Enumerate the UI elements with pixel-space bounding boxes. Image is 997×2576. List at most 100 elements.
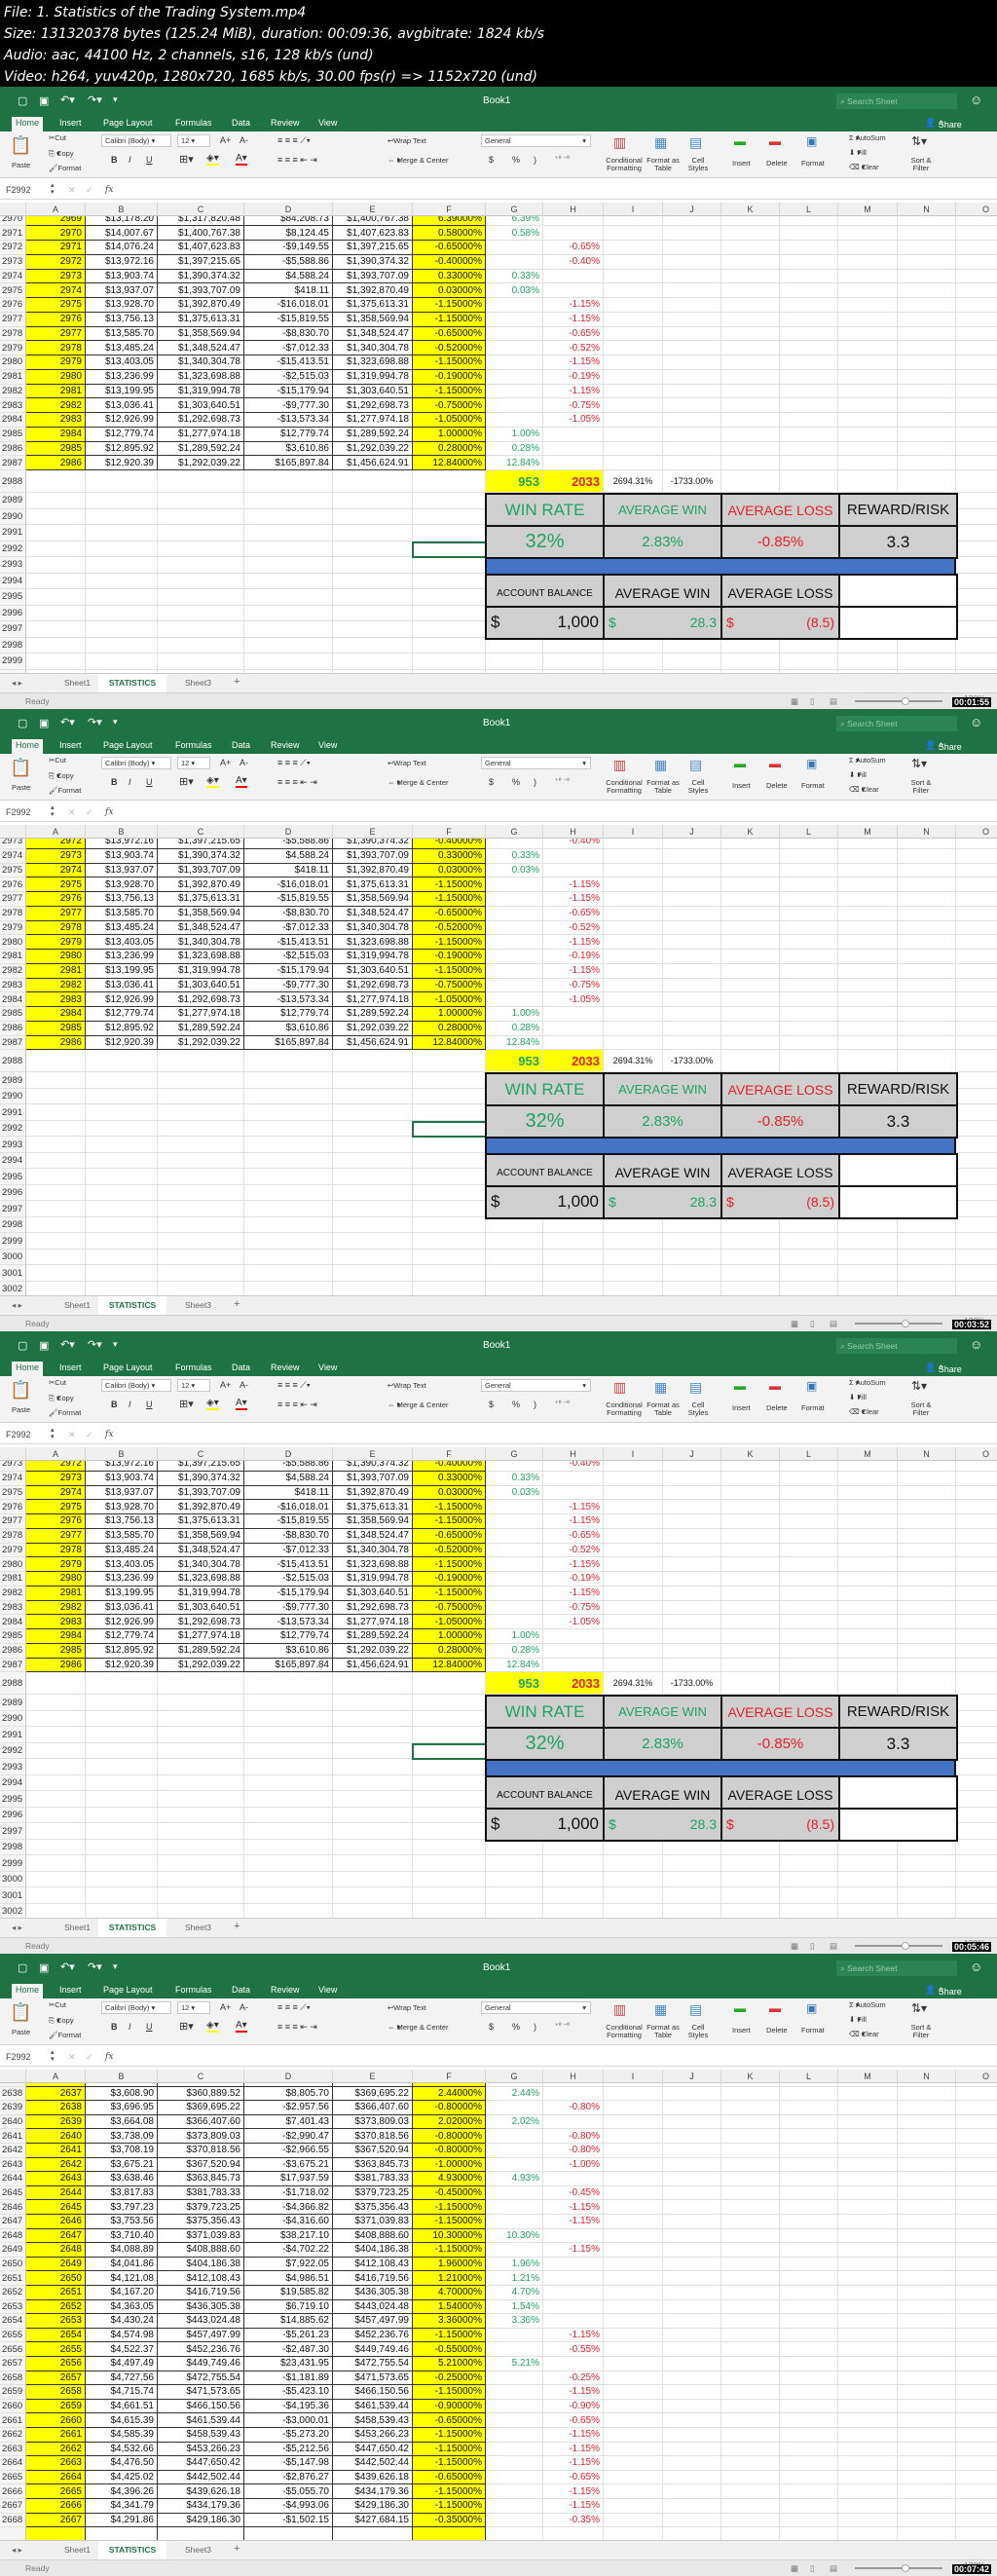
cell[interactable] <box>780 254 838 270</box>
cell[interactable] <box>956 541 997 558</box>
cell-d[interactable]: $418.11 <box>244 283 333 299</box>
sheet-tab-statistics[interactable]: STATISTICS <box>98 1919 166 1937</box>
cell[interactable] <box>663 2342 721 2357</box>
cell[interactable] <box>956 355 997 370</box>
cell-a[interactable]: 2969 <box>26 216 86 227</box>
cell[interactable] <box>898 1839 956 1856</box>
row-header[interactable]: 2998 <box>0 637 26 654</box>
cell-a[interactable]: 2650 <box>26 2271 86 2286</box>
cell-d[interactable]: -$9,777.30 <box>244 1600 333 1616</box>
cell[interactable] <box>838 427 898 442</box>
cell-h[interactable]: -1.15% <box>543 2243 604 2258</box>
cell[interactable] <box>413 557 486 574</box>
row-header[interactable]: 2650 <box>0 2257 26 2272</box>
cell[interactable] <box>86 1184 158 1202</box>
cell[interactable] <box>780 1586 838 1601</box>
cell-e[interactable]: $1,303,640.51 <box>333 384 413 399</box>
column-header-l[interactable]: L <box>780 203 838 216</box>
cell[interactable] <box>780 2470 838 2485</box>
cell[interactable] <box>956 589 997 606</box>
cell[interactable] <box>956 428 997 442</box>
delete-button[interactable]: Delete <box>766 1403 788 1412</box>
cell-e[interactable]: $1,289,592.24 <box>333 1629 413 1644</box>
clear-button[interactable]: ⌫ Clear ▾ <box>849 2030 879 2038</box>
cell-b[interactable]: $3,797.23 <box>86 2200 158 2215</box>
cell-e[interactable]: $1,292,039.22 <box>333 1643 413 1659</box>
cell-c[interactable]: $370,818.56 <box>158 2144 244 2158</box>
cell[interactable] <box>604 1281 663 1295</box>
cell[interactable] <box>721 2157 780 2173</box>
number-format-select[interactable]: General ▾ <box>481 1379 591 1392</box>
cell[interactable] <box>604 1035 663 1051</box>
cell[interactable] <box>780 2086 838 2102</box>
name-box[interactable]: F2992 <box>6 2052 31 2062</box>
cell[interactable] <box>898 2328 956 2343</box>
cell[interactable] <box>604 254 663 270</box>
cell[interactable] <box>244 1855 333 1872</box>
cell-e[interactable]: $1,323,698.88 <box>333 355 413 370</box>
cell[interactable] <box>780 2286 838 2300</box>
cell[interactable] <box>158 1807 244 1824</box>
cell[interactable] <box>956 1904 997 1918</box>
cell[interactable] <box>663 441 721 457</box>
cell-e[interactable]: $381,783.33 <box>333 2172 413 2186</box>
cell[interactable] <box>486 1903 543 1918</box>
cell[interactable] <box>956 921 997 936</box>
cell[interactable] <box>838 1007 898 1022</box>
enter-icon[interactable]: ✓ <box>86 185 93 196</box>
cell[interactable] <box>898 269 956 284</box>
cell-d[interactable]: -$9,777.30 <box>244 978 333 993</box>
cell[interactable] <box>838 2215 898 2229</box>
insert-cells-icon[interactable]: ▬ <box>734 2001 746 2015</box>
cell[interactable] <box>898 1572 956 1587</box>
cell[interactable] <box>86 1742 158 1760</box>
cell[interactable] <box>721 637 780 654</box>
cell-c[interactable]: $1,303,640.51 <box>158 978 244 993</box>
cell-b[interactable]: $4,522.37 <box>86 2342 158 2357</box>
cell-g[interactable] <box>486 312 543 327</box>
cell-a[interactable]: 2978 <box>26 341 86 356</box>
cell[interactable] <box>413 470 486 494</box>
cell[interactable] <box>780 369 838 385</box>
cell[interactable] <box>780 2243 838 2258</box>
cell[interactable] <box>956 493 997 509</box>
cell[interactable] <box>721 2271 780 2286</box>
cell[interactable] <box>956 1137 997 1153</box>
cell[interactable] <box>721 2101 780 2115</box>
cell-b[interactable]: $13,199.95 <box>86 1586 158 1601</box>
cell-g[interactable] <box>486 950 543 964</box>
row-header[interactable]: 2987 <box>0 1658 26 1673</box>
row-header[interactable]: 2992 <box>0 1120 26 1138</box>
total-loss-pct[interactable]: -1733.00% <box>663 470 721 494</box>
cell-f[interactable]: -1.15000% <box>413 2385 486 2400</box>
cell-c[interactable]: $1,340,304.78 <box>158 355 244 370</box>
format-button[interactable]: Format <box>801 159 825 168</box>
font-color-icon[interactable]: A▾ <box>236 1398 247 1410</box>
tab-review[interactable]: Review <box>271 1985 300 1995</box>
cell-a[interactable]: 2979 <box>26 935 86 950</box>
name-box[interactable]: F2992 <box>6 807 31 817</box>
row-header[interactable]: 2980 <box>0 355 26 370</box>
cell-f[interactable]: -1.15000% <box>413 1500 486 1514</box>
column-header-c[interactable]: C <box>158 203 244 216</box>
cell[interactable] <box>780 326 838 342</box>
cell[interactable] <box>604 2371 663 2386</box>
row-header[interactable]: 2999 <box>0 653 26 670</box>
cell-d[interactable]: -$15,413.51 <box>244 1557 333 1572</box>
row-header[interactable]: 2638 <box>0 2086 26 2102</box>
column-header-k[interactable]: K <box>721 2070 780 2083</box>
cell-c[interactable]: $439,626.18 <box>158 2484 244 2499</box>
cell-g[interactable]: 1.00% <box>486 1629 543 1644</box>
cell-g[interactable]: 0.28% <box>486 441 543 457</box>
cell[interactable] <box>604 2144 663 2158</box>
cell[interactable] <box>780 456 838 471</box>
cell-h[interactable] <box>543 2527 604 2540</box>
cell[interactable] <box>244 1233 333 1250</box>
paste-button[interactable]: Paste <box>12 783 30 792</box>
cell-d[interactable]: $6,719.10 <box>244 2299 333 2315</box>
row-header[interactable]: 2979 <box>0 341 26 356</box>
cell[interactable] <box>898 2200 956 2215</box>
paste-button[interactable]: Paste <box>12 2028 30 2036</box>
cell[interactable] <box>956 1217 997 1234</box>
cell[interactable] <box>663 863 721 878</box>
